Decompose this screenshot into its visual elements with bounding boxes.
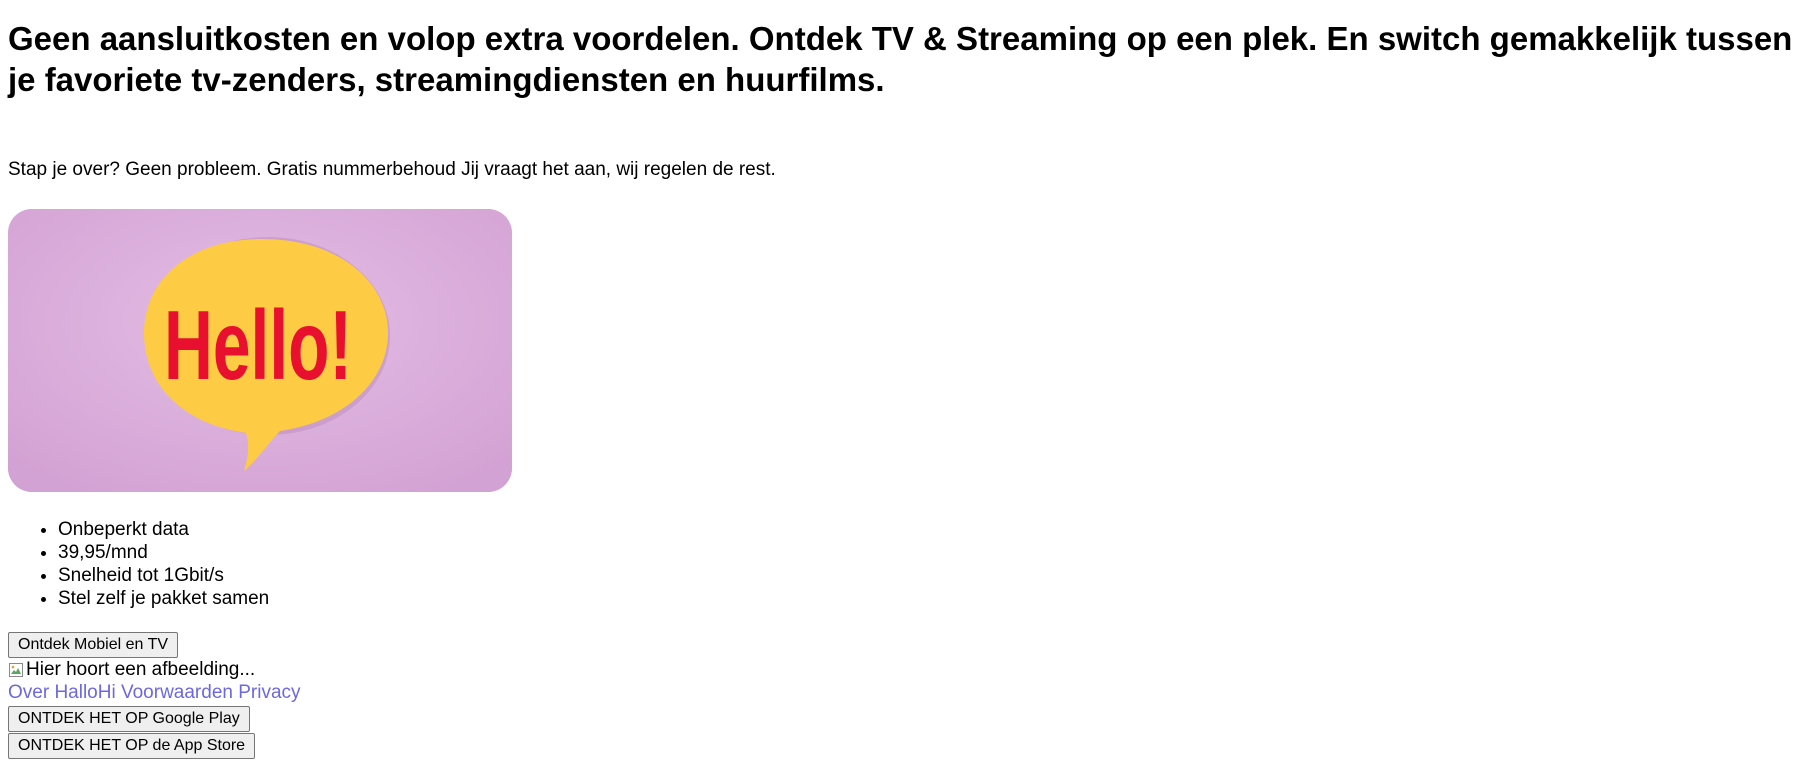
hello-speech-bubble-illustration: Hello! [8, 209, 512, 492]
broken-image: Hier hoort een afbeelding... [8, 659, 1807, 681]
list-item: Stel zelf je pakket samen [58, 587, 1807, 610]
footer-links: Over HalloHi Voorwaarden Privacy [8, 681, 1807, 705]
app-store-button[interactable]: ONTDEK HET OP de App Store [8, 733, 256, 759]
list-item: 39,95/mnd [58, 541, 1807, 564]
link-privacy[interactable]: Privacy [238, 682, 300, 703]
bubble-text: Hello! [164, 290, 352, 400]
broken-image-alt-text: Hier hoort een afbeelding... [26, 659, 256, 680]
page-headline: Geen aansluitkosten en volop extra voord… [8, 20, 1793, 98]
google-play-button[interactable]: ONTDEK HET OP Google Play [8, 706, 250, 732]
link-voorwaarden[interactable]: Voorwaarden [121, 682, 233, 703]
hero-image: Hello! [8, 209, 512, 492]
link-over-hallohi[interactable]: Over HalloHi [8, 682, 116, 703]
broken-image-icon [9, 663, 23, 677]
intro-text: Stap je over? Geen probleem. Gratis numm… [8, 159, 776, 180]
list-item: Snelheid tot 1Gbit/s [58, 564, 1807, 587]
list-item: Onbeperkt data [58, 518, 1807, 541]
page: Geen aansluitkosten en volop extra voord… [0, 18, 1815, 759]
feature-list: Onbeperkt data 39,95/mnd Snelheid tot 1G… [8, 518, 1807, 610]
discover-mobile-tv-button[interactable]: Ontdek Mobiel en TV [8, 632, 179, 658]
